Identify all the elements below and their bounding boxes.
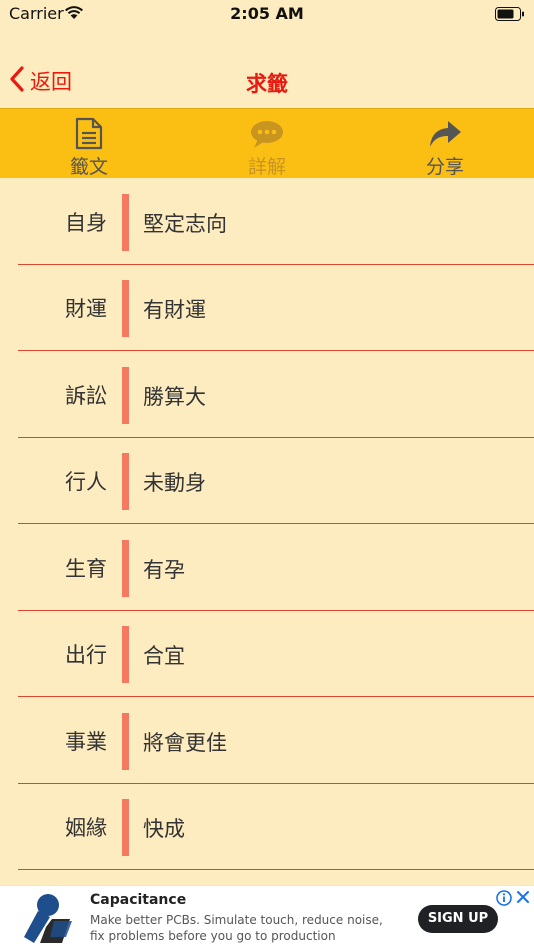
category-label: 自身	[65, 211, 107, 235]
navigation-bar: 返回 求籤	[0, 26, 534, 108]
document-icon	[75, 114, 103, 150]
sign-up-button[interactable]: SIGN UP	[418, 905, 498, 933]
list-item: 姻緣 快成	[0, 784, 534, 870]
row-accent-bar	[122, 280, 129, 337]
result-value: 有財運	[143, 298, 206, 322]
ad-title: Capacitance	[90, 892, 187, 908]
status-time: 2:05 AM	[230, 4, 304, 23]
row-accent-bar	[122, 626, 129, 683]
ad-banner[interactable]: Capacitance Make better PCBs. Simulate t…	[0, 885, 534, 950]
row-accent-bar	[122, 194, 129, 251]
tab-lot-text[interactable]: 籤文	[29, 109, 149, 179]
list-item: 行人 未動身	[0, 438, 534, 524]
ad-info-icon[interactable]	[496, 890, 512, 910]
page-title: 求籤	[246, 72, 288, 96]
battery-icon	[495, 6, 525, 25]
list-item: 事業 將會更佳	[0, 698, 534, 784]
row-divider	[18, 523, 534, 524]
result-value: 合宜	[143, 644, 185, 668]
list-item: 財運 有財運	[0, 265, 534, 351]
result-value: 未動身	[143, 471, 206, 495]
tab-lot-text-label: 籤文	[69, 156, 108, 178]
category-label: 財運	[65, 297, 107, 321]
ad-description: Make better PCBs. Simulate touch, reduce…	[90, 913, 383, 943]
category-label: 姻緣	[65, 816, 107, 840]
result-value: 勝算大	[143, 385, 206, 409]
category-label: 事業	[65, 730, 107, 754]
list-item: 訴訟 勝算大	[0, 352, 534, 438]
close-icon[interactable]	[515, 889, 531, 909]
category-label: 行人	[65, 470, 107, 494]
list-item: 生育 有孕	[0, 525, 534, 611]
toolbar: 籤文 詳解 分享	[0, 108, 534, 178]
tab-explanation-label: 詳解	[247, 156, 286, 178]
row-divider	[18, 869, 534, 870]
list-item: 自身 堅定志向	[0, 179, 534, 265]
result-value: 快成	[143, 817, 185, 841]
row-accent-bar	[122, 540, 129, 597]
row-accent-bar	[122, 367, 129, 424]
fortune-result-list: 自身 堅定志向 財運 有財運 訴訟 勝算大 行人 未動身 生育 有孕 出行 合宜…	[0, 179, 534, 885]
row-accent-bar	[122, 799, 129, 856]
result-value: 有孕	[143, 558, 185, 582]
row-accent-bar	[122, 713, 129, 770]
status-bar: Carrier 2:05 AM	[0, 0, 534, 26]
category-label: 訴訟	[65, 384, 107, 408]
row-accent-bar	[122, 453, 129, 510]
advertiser-logo	[22, 891, 78, 950]
share-arrow-icon	[428, 114, 462, 150]
row-divider	[18, 350, 534, 351]
list-item: 出行 合宜	[0, 611, 534, 697]
tab-explanation[interactable]: 詳解	[207, 109, 327, 179]
tab-share-label: 分享	[425, 156, 464, 178]
result-value: 堅定志向	[143, 212, 227, 236]
row-divider	[18, 696, 534, 697]
category-label: 生育	[65, 557, 107, 581]
category-label: 出行	[65, 643, 107, 667]
tab-share[interactable]: 分享	[385, 109, 505, 179]
chat-bubble-icon	[250, 114, 284, 150]
result-value: 將會更佳	[143, 731, 227, 755]
